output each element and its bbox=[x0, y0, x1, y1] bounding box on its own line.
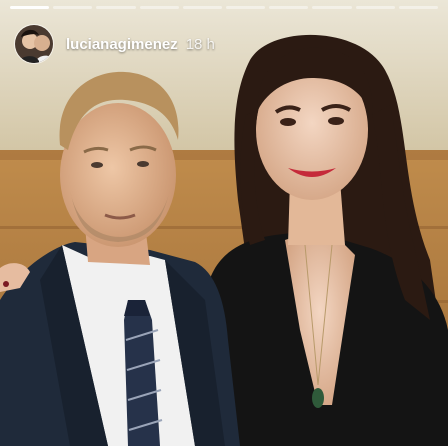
story-photo bbox=[0, 0, 448, 446]
progress-segment bbox=[269, 6, 309, 9]
progress-segment bbox=[53, 6, 93, 9]
progress-segment bbox=[182, 6, 223, 9]
avatar[interactable] bbox=[14, 24, 54, 64]
progress-segment bbox=[355, 6, 395, 9]
progress-segment bbox=[139, 6, 179, 9]
progress-segment bbox=[312, 6, 352, 9]
profile-photo-icon bbox=[15, 25, 53, 63]
story-progress-bar bbox=[10, 6, 439, 9]
progress-segment bbox=[96, 6, 136, 9]
username[interactable]: lucianagimenez bbox=[66, 36, 178, 53]
story-viewer[interactable]: lucianagimenez 18 h bbox=[0, 0, 448, 446]
story-header: lucianagimenez 18 h bbox=[14, 24, 215, 64]
progress-segment bbox=[398, 6, 439, 9]
progress-segment bbox=[226, 6, 266, 9]
progress-segment bbox=[10, 6, 50, 9]
timestamp: 18 h bbox=[185, 35, 215, 53]
